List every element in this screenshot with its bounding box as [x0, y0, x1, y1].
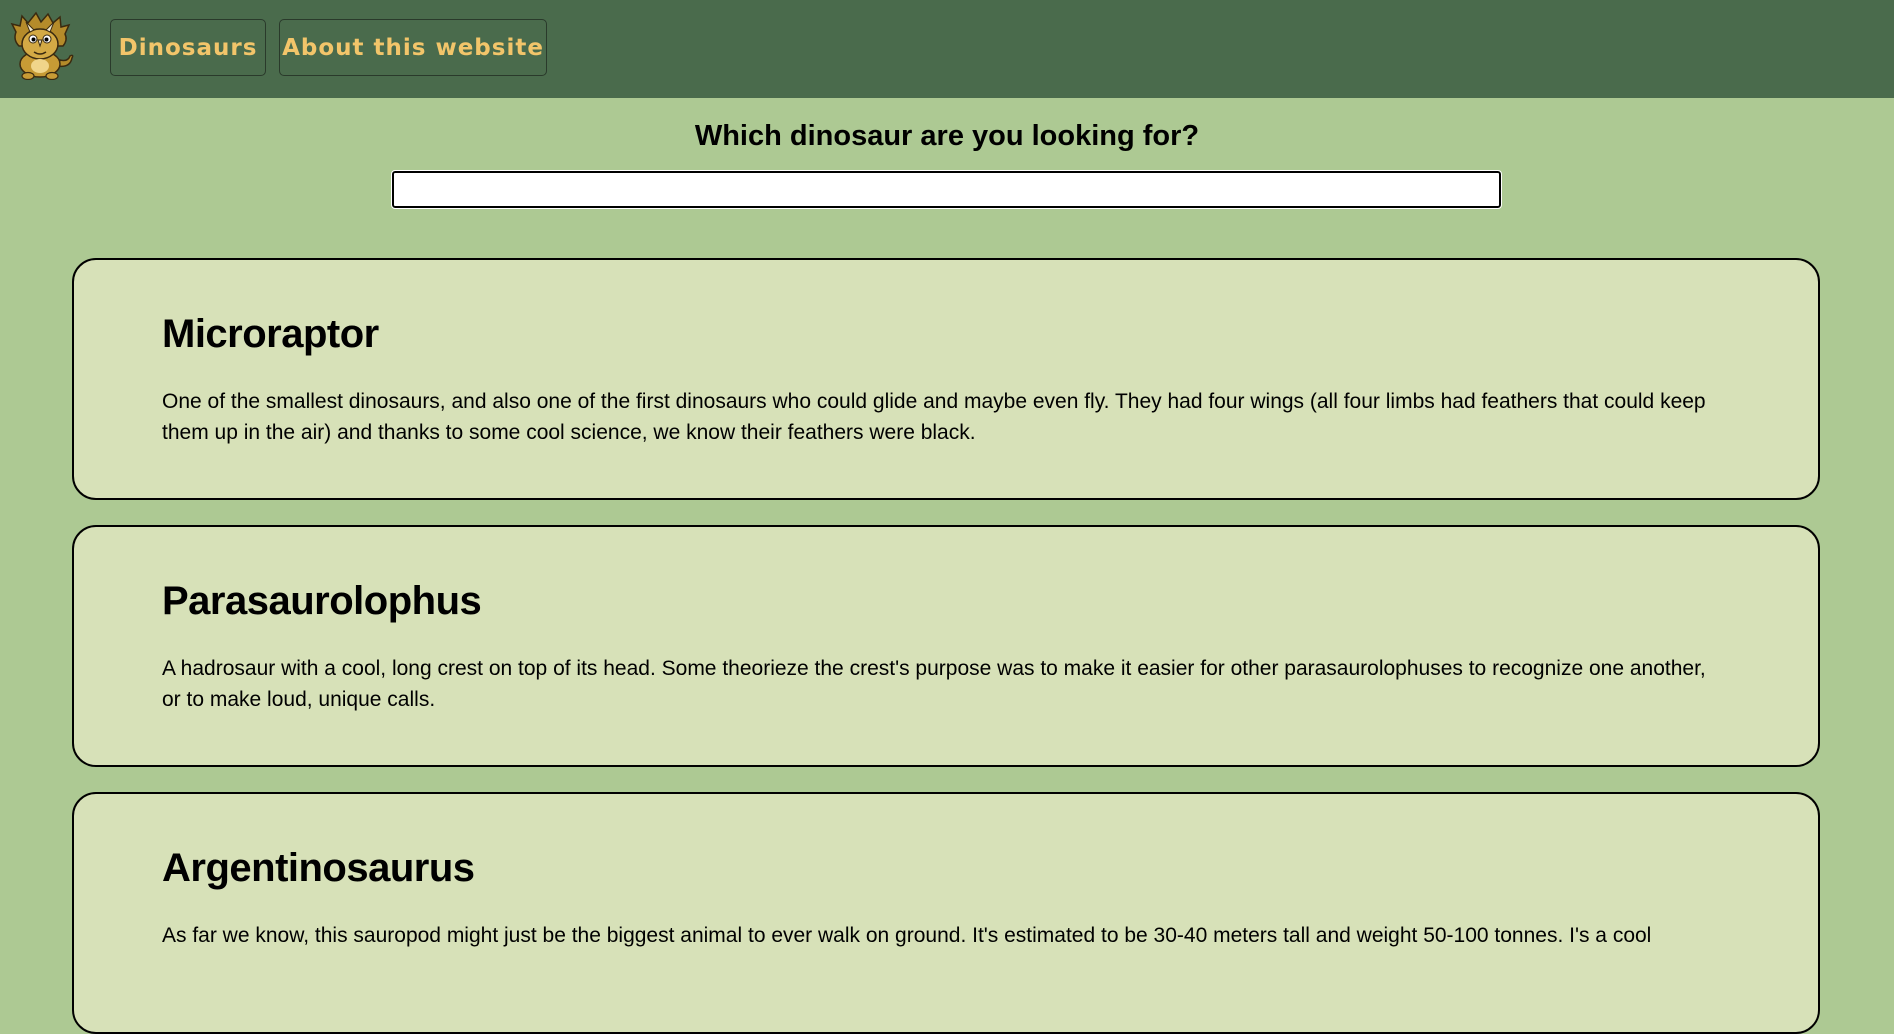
dinosaur-description: A hadrosaur with a cool, long crest on t…	[162, 657, 1706, 711]
top-navbar: Dinosaurs About this website	[0, 0, 1894, 98]
nav-about-label: About this website	[282, 34, 544, 61]
nav-about-button[interactable]: About this website	[279, 19, 547, 76]
nav-dinosaurs-button[interactable]: Dinosaurs	[110, 19, 266, 76]
triceratops-mascot-icon[interactable]	[8, 10, 74, 80]
nav-dinosaurs-label: Dinosaurs	[118, 34, 258, 61]
dinosaur-name: Parasaurolophus	[162, 579, 482, 623]
search-heading: Which dinosaur are you looking for?	[694, 120, 1200, 152]
dinosaur-description: One of the smallest dinosaurs, and also …	[162, 390, 1706, 444]
dinosaur-card: Argentinosaurus As far we know, this sau…	[72, 792, 1820, 1034]
dinosaur-card: Parasaurolophus A hadrosaur with a cool,…	[72, 525, 1820, 767]
dinosaur-card: Microraptor One of the smallest dinosaur…	[72, 258, 1820, 500]
dinosaur-name: Argentinosaurus	[162, 846, 475, 890]
dinosaur-description: As far we know, this sauropod might just…	[162, 924, 1652, 947]
dinosaur-name: Microraptor	[162, 312, 379, 356]
search-input[interactable]	[391, 170, 1502, 209]
search-section: Which dinosaur are you looking for?	[0, 98, 1894, 258]
